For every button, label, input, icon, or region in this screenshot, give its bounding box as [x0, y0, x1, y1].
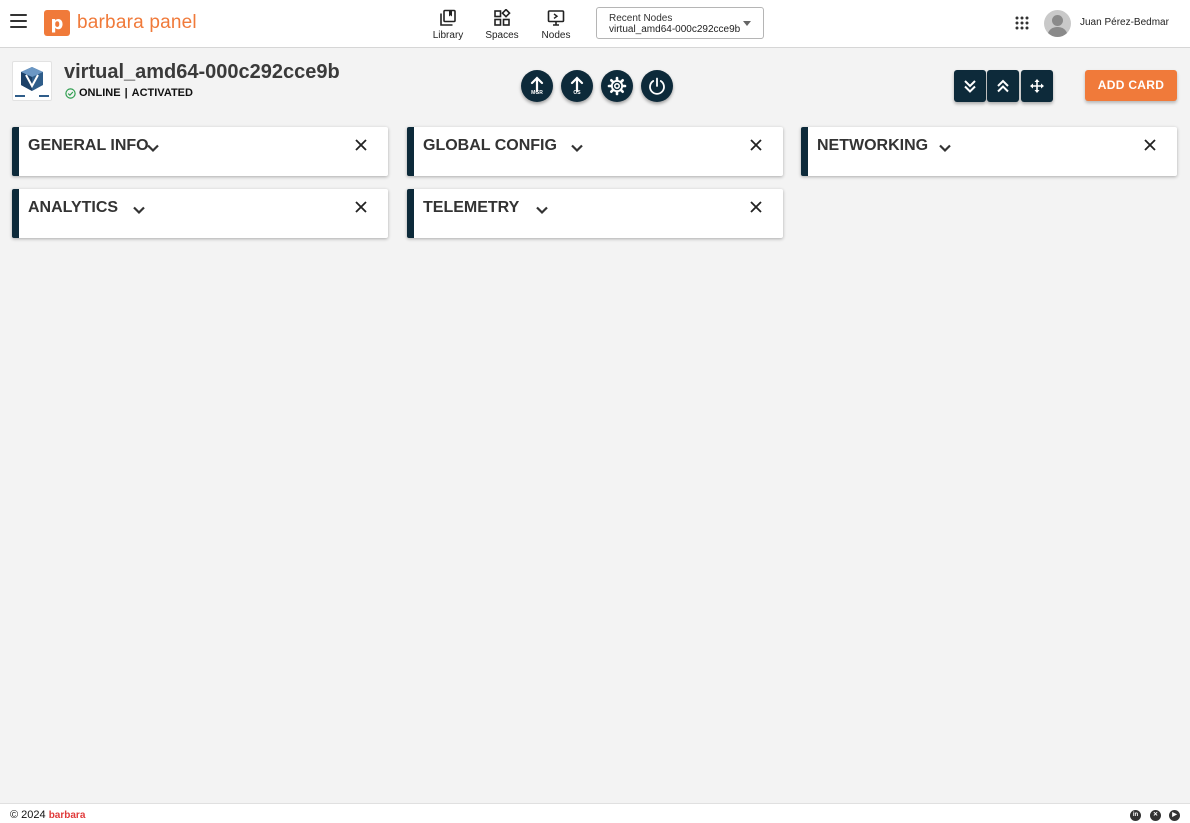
double-chevron-up-icon	[997, 79, 1009, 93]
chevron-down-icon	[743, 21, 751, 26]
brand-logo[interactable]: p barbara panel	[44, 10, 197, 36]
card-title: GLOBAL CONFIG	[423, 137, 557, 154]
nav-nodes[interactable]: Nodes	[531, 9, 581, 41]
nav-spaces[interactable]: Spaces	[477, 9, 527, 41]
copyright-text: © 2024	[10, 809, 46, 821]
nav-spaces-label: Spaces	[485, 30, 519, 41]
apps-grid-icon[interactable]	[1015, 16, 1029, 30]
nav-library-label: Library	[432, 30, 464, 41]
update-os-button[interactable]: OS	[561, 70, 593, 102]
online-status: ONLINE	[79, 87, 121, 99]
nodes-icon	[547, 10, 565, 26]
footer: © 2024 barbara in ✕ ▶	[0, 803, 1190, 823]
card-analytics: ANALYTICS	[12, 189, 388, 238]
recent-nodes-select[interactable]: Recent Nodes virtual_amd64-000c292cce9b	[596, 7, 764, 39]
node-name: virtual_amd64-000c292cce9b	[64, 61, 340, 83]
status-separator: |	[124, 87, 128, 99]
top-bar: p barbara panel Library Spaces Nodes Rec…	[0, 0, 1190, 48]
avatar[interactable]	[1044, 10, 1071, 37]
power-icon	[649, 77, 665, 95]
card-title: NETWORKING	[817, 137, 929, 154]
expand-all-button[interactable]	[954, 70, 986, 102]
chevron-down-icon[interactable]	[145, 140, 161, 156]
chevron-down-icon[interactable]	[937, 140, 953, 156]
menu-icon[interactable]	[10, 14, 27, 28]
activation-status: ACTIVATED	[131, 87, 193, 99]
close-icon[interactable]	[354, 200, 368, 214]
brand-name: barbara panel	[77, 12, 197, 33]
node-status: ONLINE | ACTIVATED	[65, 87, 193, 99]
chevron-down-icon[interactable]	[569, 140, 585, 156]
card-title: ANALYTICS	[28, 199, 119, 216]
gear-icon	[607, 76, 627, 96]
nav-library[interactable]: Library	[423, 9, 473, 41]
footer-brand: barbara	[48, 810, 86, 821]
close-icon[interactable]	[1143, 138, 1157, 152]
card-title: GENERAL INFO	[28, 137, 149, 154]
copyright: © 2024 barbara	[10, 809, 85, 821]
virtualbox-icon	[15, 67, 49, 97]
linkedin-icon[interactable]: in	[1130, 810, 1141, 821]
card-telemetry: TELEMETRY	[407, 189, 783, 238]
x-twitter-icon[interactable]: ✕	[1150, 810, 1161, 821]
double-chevron-down-icon	[964, 80, 976, 93]
close-icon[interactable]	[749, 138, 763, 152]
close-icon[interactable]	[749, 200, 763, 214]
card-title: TELEMETRY	[423, 199, 520, 216]
user-name[interactable]: Juan Pérez-Bedmar	[1080, 17, 1169, 28]
card-general-info: GENERAL INFO	[12, 127, 388, 176]
move-cards-button[interactable]	[1021, 70, 1053, 102]
chevron-down-icon[interactable]	[534, 202, 550, 218]
node-type-logo	[12, 61, 52, 101]
settings-button[interactable]	[601, 70, 633, 102]
user-avatar-icon	[1047, 15, 1068, 37]
library-icon	[440, 9, 456, 26]
update-mgr-sublabel: MGR	[531, 90, 543, 96]
chevron-down-icon[interactable]	[131, 202, 147, 218]
card-networking: NETWORKING	[801, 127, 1177, 176]
close-icon[interactable]	[354, 138, 368, 152]
update-os-sublabel: OS	[573, 90, 581, 96]
card-global-config: GLOBAL CONFIG	[407, 127, 783, 176]
add-card-button[interactable]: ADD CARD	[1085, 70, 1177, 101]
check-circle-icon	[65, 87, 76, 99]
power-button[interactable]	[641, 70, 673, 102]
collapse-all-button[interactable]	[987, 70, 1019, 102]
recent-nodes-value: virtual_amd64-000c292cce9b	[609, 24, 741, 35]
spaces-icon	[494, 9, 511, 26]
brand-logo-mark: p	[44, 10, 70, 36]
recent-nodes-label: Recent Nodes	[609, 13, 673, 24]
youtube-icon[interactable]: ▶	[1169, 810, 1180, 821]
update-mgr-button[interactable]: MGR	[521, 70, 553, 102]
nav-nodes-label: Nodes	[541, 30, 571, 41]
move-arrows-icon	[1030, 79, 1044, 93]
